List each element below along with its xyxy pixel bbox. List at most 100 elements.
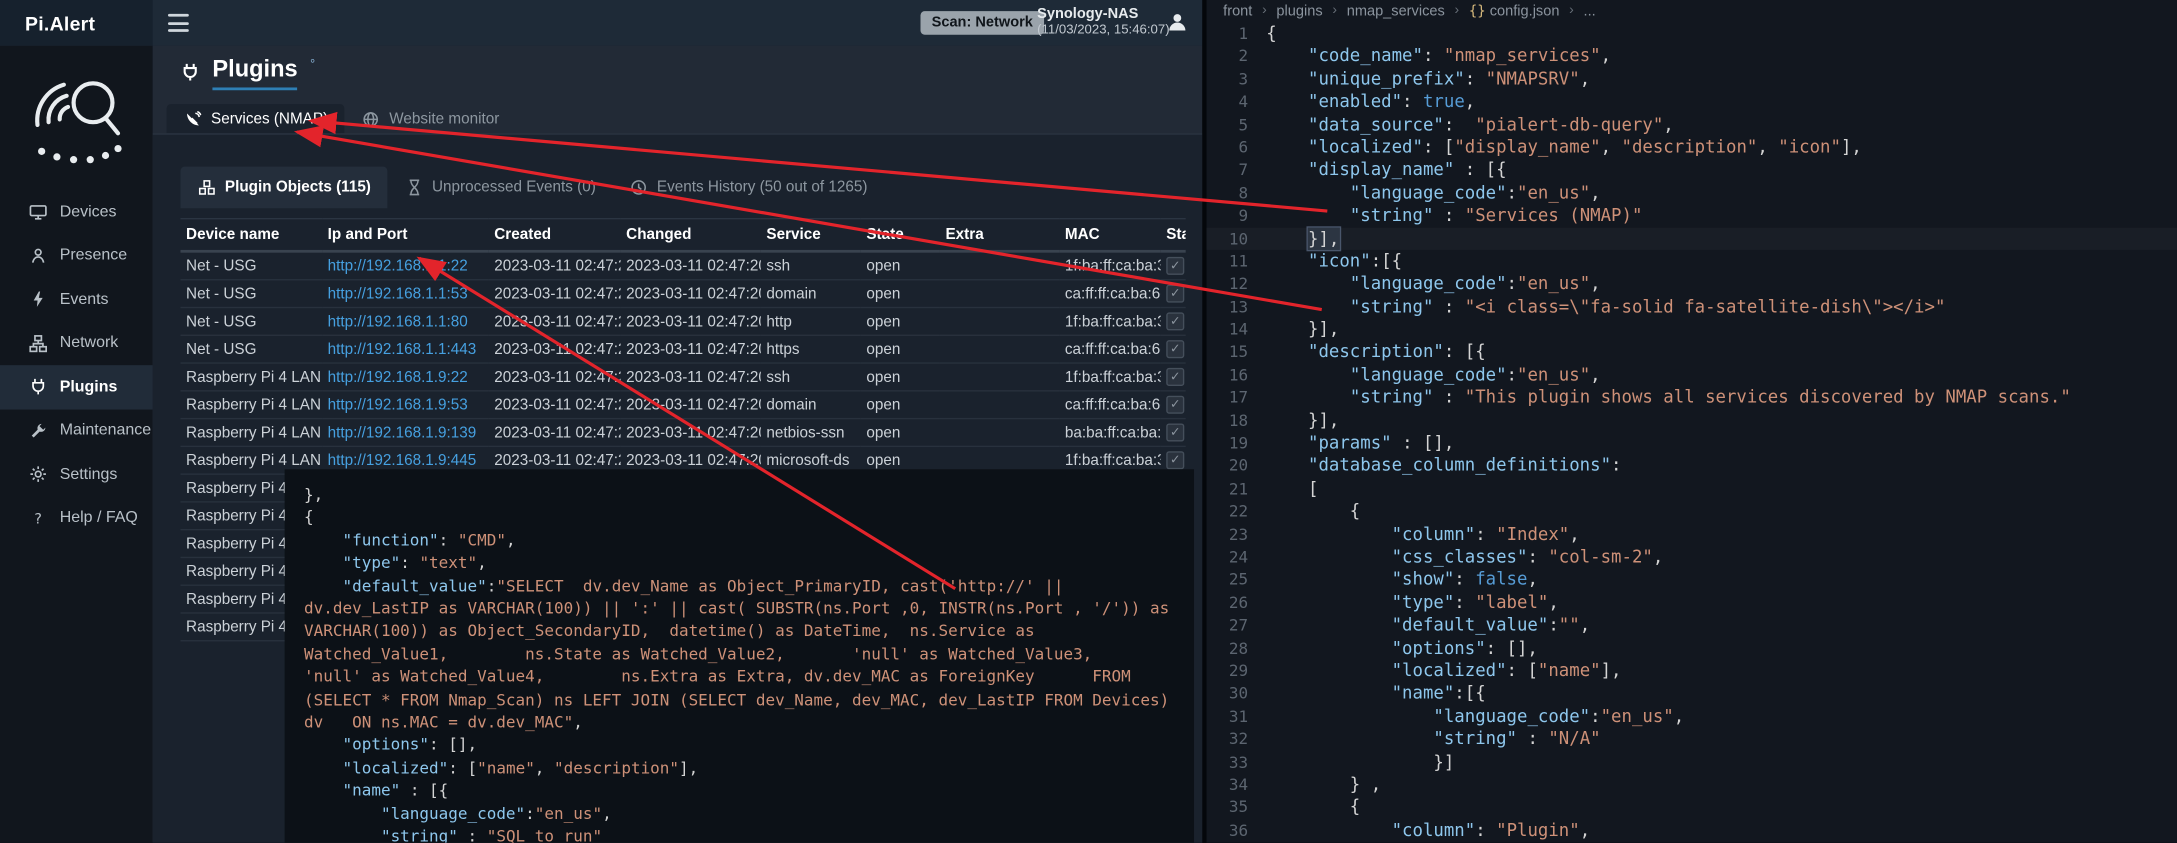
- chevron-right-icon: ›: [1454, 3, 1459, 18]
- sidebar-item-devices[interactable]: Devices: [0, 190, 153, 234]
- status-checkbox[interactable]: ✓: [1166, 285, 1184, 303]
- cell-service: ssh: [761, 251, 861, 279]
- cell-mac: ca:ff:ff:ca:ba:6d: [1059, 391, 1160, 419]
- app-brand[interactable]: Pi.Alert: [0, 0, 153, 46]
- device-url-link[interactable]: http://192.168.1.1:53: [328, 285, 468, 302]
- sidebar-item-maintenance[interactable]: Maintenance: [0, 409, 153, 453]
- cell-extra: [940, 280, 1059, 308]
- breadcrumb-item-nmap-services[interactable]: nmap_services: [1347, 2, 1445, 19]
- line-number: 35: [1207, 796, 1267, 819]
- column-header-device-name[interactable]: Device name: [180, 219, 322, 252]
- column-header-created[interactable]: Created: [489, 219, 621, 252]
- tab-services-nmap[interactable]: Services (NMAP): [167, 104, 345, 133]
- cell-service: domain: [761, 391, 861, 419]
- editor-line: 8 "language_code":"en_us",: [1207, 182, 2177, 205]
- topbar: Pi.Alert Scan: Network Synology-NAS (11/…: [0, 0, 1202, 46]
- status-checkbox[interactable]: ✓: [1166, 423, 1184, 441]
- cubes-icon: [197, 179, 216, 196]
- status-checkbox[interactable]: ✓: [1166, 257, 1184, 275]
- status-checkbox[interactable]: ✓: [1166, 368, 1184, 386]
- line-number: 19: [1207, 432, 1267, 455]
- sidebar-item-settings[interactable]: Settings: [0, 453, 153, 497]
- device-url-link[interactable]: http://192.168.1.1:80: [328, 313, 468, 330]
- cell-status: ✓: [1161, 363, 1186, 391]
- config-code-overlay: }, { "function": "CMD", "type": "text", …: [285, 469, 1194, 842]
- cell-state: open: [861, 419, 940, 447]
- cell-extra: [940, 391, 1059, 419]
- cell-state: open: [861, 391, 940, 419]
- table-row: Net - USGhttp://192.168.1.1:4432023-03-1…: [180, 335, 1185, 363]
- events-icon: [28, 291, 47, 309]
- editor-line: 27 "default_value":"",: [1207, 614, 2177, 637]
- line-number: 8: [1207, 182, 1267, 205]
- device-url-link[interactable]: http://192.168.1.9:139: [328, 424, 477, 441]
- user-icon[interactable]: [1166, 11, 1188, 33]
- cell-created: 2023-03-11 02:47:20: [489, 308, 621, 336]
- status-checkbox[interactable]: ✓: [1166, 312, 1184, 330]
- column-header-ip-and-port[interactable]: Ip and Port: [322, 219, 489, 252]
- presence-icon: [28, 247, 47, 265]
- column-header-changed[interactable]: Changed: [621, 219, 761, 252]
- line-number: 5: [1207, 113, 1267, 136]
- sidebar: DevicesPresenceEventsNetworkPluginsMaint…: [0, 46, 153, 843]
- device-url-link[interactable]: http://192.168.1.1:443: [328, 341, 477, 358]
- sidebar-item-plugins[interactable]: Plugins: [0, 365, 153, 409]
- column-header-extra[interactable]: Extra: [940, 219, 1059, 252]
- device-url-link[interactable]: http://192.168.1.1:22: [328, 258, 468, 275]
- sidebar-item-network[interactable]: Network: [0, 321, 153, 365]
- column-header-stat[interactable]: Stat: [1161, 219, 1186, 252]
- cell-changed: 2023-03-11 02:47:20: [621, 419, 761, 447]
- cell-state: open: [861, 280, 940, 308]
- status-checkbox[interactable]: ✓: [1166, 396, 1184, 414]
- column-header-service[interactable]: Service: [761, 219, 861, 252]
- table-row: Net - USGhttp://192.168.1.1:532023-03-11…: [180, 280, 1185, 308]
- sidebar-item-presence[interactable]: Presence: [0, 234, 153, 278]
- inner-tab-events-history-50-out-of-1265[interactable]: Events History (50 out of 1265): [612, 167, 884, 209]
- chevron-right-icon: ›: [1569, 3, 1574, 18]
- editor-line: 23 "column": "Index",: [1207, 523, 2177, 546]
- cell-ip-port: http://192.168.1.9:22: [322, 363, 489, 391]
- breadcrumb-item-[interactable]: ...: [1584, 2, 1596, 19]
- history-icon: [629, 179, 648, 196]
- cell-state: open: [861, 335, 940, 363]
- scan-status-badge: Scan: Network: [921, 11, 1044, 35]
- cell-service: netbios-ssn: [761, 419, 861, 447]
- devices-icon: [28, 203, 47, 221]
- inner-tab-unprocessed-events-0[interactable]: Unprocessed Events (0): [388, 167, 613, 209]
- tab-label: Services (NMAP): [211, 110, 328, 127]
- column-header-state[interactable]: State: [861, 219, 940, 252]
- sidebar-item-help-faq[interactable]: ?Help / FAQ: [0, 496, 153, 540]
- wrench-icon: [28, 422, 47, 440]
- device-url-link[interactable]: http://192.168.1.9:22: [328, 369, 468, 386]
- breadcrumb-item-config-json[interactable]: {}config.json: [1469, 2, 1560, 19]
- tab-website-monitor[interactable]: Website monitor: [345, 104, 516, 133]
- device-url-link[interactable]: http://192.168.1.9:53: [328, 396, 468, 413]
- inner-tab-plugin-objects-115[interactable]: Plugin Objects (115): [180, 167, 387, 209]
- page-title-sup[interactable]: °: [310, 57, 315, 71]
- hourglass-icon: [404, 179, 423, 196]
- table-row: Raspberry Pi 4 LANhttp://192.168.1.9:532…: [180, 391, 1185, 419]
- line-number: 9: [1207, 204, 1267, 227]
- breadcrumb-item-plugins[interactable]: plugins: [1276, 2, 1322, 19]
- line-number: 14: [1207, 318, 1267, 341]
- breadcrumb-item-front[interactable]: front: [1223, 2, 1252, 19]
- column-header-mac[interactable]: MAC: [1059, 219, 1160, 252]
- cell-ip-port: http://192.168.1.1:22: [322, 251, 489, 279]
- plug-icon: [28, 378, 47, 396]
- editor-line: 20 "database_column_definitions":: [1207, 455, 2177, 478]
- menu-toggle-icon[interactable]: [168, 14, 189, 32]
- plug-icon: [180, 61, 199, 83]
- status-checkbox[interactable]: ✓: [1166, 340, 1184, 358]
- editor-line: 1{: [1207, 22, 2177, 45]
- editor-line: 29 "localized": ["name"],: [1207, 659, 2177, 682]
- sidebar-item-events[interactable]: Events: [0, 278, 153, 322]
- cell-device-name: Net - USG: [180, 308, 322, 336]
- line-number: 34: [1207, 773, 1267, 796]
- cell-status: ✓: [1161, 280, 1186, 308]
- device-url-link[interactable]: http://192.168.1.9:445: [328, 452, 477, 469]
- editor-code-area[interactable]: 1{2 "code_name": "nmap_services",3 "uniq…: [1207, 22, 2177, 843]
- cell-status: ✓: [1161, 391, 1186, 419]
- editor-line: 2 "code_name": "nmap_services",: [1207, 45, 2177, 68]
- editor-line: 30 "name":[{: [1207, 682, 2177, 705]
- status-checkbox[interactable]: ✓: [1166, 451, 1184, 469]
